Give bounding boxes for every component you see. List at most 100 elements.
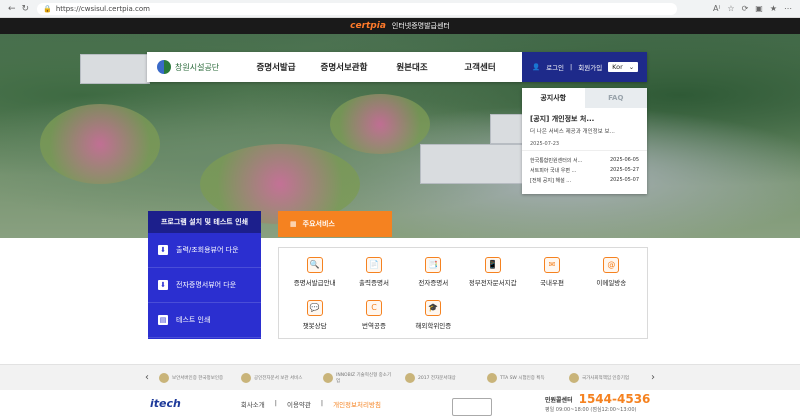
partner-label: 보안서버인증 한국정보인증: [172, 375, 224, 381]
service-print-cert[interactable]: 📄 출력증명서: [344, 250, 403, 293]
org-logo[interactable]: 창원시설공단: [147, 52, 242, 82]
at-sign-icon: @: [603, 256, 620, 273]
service-chatbot[interactable]: 💬 챗봇상담: [285, 293, 344, 336]
service-label: 전자증명서: [418, 278, 449, 287]
list-item[interactable]: 한국통합민원센터의 서... 2025-06-05: [530, 155, 639, 165]
list-item-date: 2025-05-07: [609, 176, 639, 183]
partner-item: 2017 전자문서대상: [405, 372, 477, 383]
menu-storage[interactable]: 증명서보관함: [310, 61, 378, 73]
magnifier-icon: 🔍: [306, 256, 323, 273]
service-email[interactable]: @ 이메일방송: [582, 250, 641, 293]
badge-icon: [569, 372, 579, 383]
certificate-mark-button[interactable]: [452, 398, 492, 416]
notice-summary: 더 나은 서비스 제공과 개인정보 보...: [530, 129, 615, 135]
reload-icon[interactable]: ↻: [22, 4, 30, 14]
address-bar[interactable]: 🔒 https://cwsisul.certpia.com: [37, 2, 678, 15]
envelope-icon: ✉: [543, 256, 560, 273]
footer-link-privacy[interactable]: 개인정보처리방침: [333, 399, 381, 409]
list-item-date: 2025-06-05: [609, 156, 639, 163]
footer-link-terms[interactable]: 이용약관: [287, 399, 311, 409]
services-grid: 🔍 증명서발급안내 📄 출력증명서 📑 전자증명서 📱 정부전자문서지갑 ✉ 국내우편 @…: [278, 247, 648, 339]
menu-icon[interactable]: ⋯: [784, 4, 792, 13]
service-domestic-mail[interactable]: ✉ 국내우편: [522, 250, 581, 293]
notice-headline[interactable]: [공지] 개인정보 처...: [522, 108, 647, 124]
user-area: 👤 로그인 | 회원가입 Kor ⌄: [522, 52, 647, 82]
list-item[interactable]: [전체 공지] 해설 ... 2025-05-07: [530, 175, 639, 185]
service-translation[interactable]: C 번역공증: [344, 293, 403, 336]
test-print-button[interactable]: ▤ 테스트 인쇄: [148, 303, 261, 338]
divider: |: [274, 398, 277, 407]
user-icon: 👤: [532, 63, 541, 71]
partner-label: 국가사회적책임 인증기업: [582, 375, 629, 381]
partner-label: 공인전자문서 보관 서비스: [254, 375, 303, 381]
browser-toolbar: ← ↻ 🔒 https://cwsisul.certpia.com A⁾ ☆ ⟳…: [0, 0, 800, 18]
list-item-title: 한국통합민원센터의 서...: [530, 157, 583, 164]
collections-icon[interactable]: ★: [770, 4, 777, 13]
footer-link-about[interactable]: 회사소개: [241, 399, 265, 409]
hero-garden: [330, 94, 430, 154]
read-aloud-icon[interactable]: A⁾: [713, 4, 720, 13]
translation-icon: C: [365, 299, 382, 316]
e-viewer-download-button[interactable]: ⬇ 전자증명서뷰어 다운: [148, 268, 261, 303]
service-label: 이메일방송: [596, 278, 627, 287]
prev-arrow-icon[interactable]: ‹: [145, 372, 149, 383]
tab-notice[interactable]: 공지사항: [522, 88, 585, 108]
test-print-label: 테스트 인쇄: [176, 316, 211, 324]
list-item[interactable]: 서트피아 국내 우편 ... 2025-05-27: [530, 165, 639, 175]
service-gov-wallet[interactable]: 📱 정부전자문서지갑: [463, 250, 522, 293]
menu-verify[interactable]: 원본대조: [378, 61, 446, 73]
call-center-hours: 평일 09:00~18:00 (점심12:00~13:00): [545, 407, 637, 413]
e-document-icon: 📑: [425, 256, 442, 273]
language-value: Kor: [612, 63, 623, 71]
login-link[interactable]: 로그인: [546, 62, 564, 72]
favorite-icon[interactable]: ☆: [727, 4, 734, 13]
notice-panel: 공지사항 FAQ [공지] 개인정보 처... 더 나은 서비스 제공과 개인정…: [522, 88, 647, 194]
footer: itech 회사소개 | 이용약관 | 개인정보처리방침: [0, 390, 800, 417]
menu-issue[interactable]: 증명서발급: [242, 61, 310, 73]
next-arrow-icon[interactable]: ›: [651, 372, 655, 383]
badge-icon: [159, 372, 169, 383]
brand-title: 인터넷증명발급센터: [391, 22, 450, 30]
divider: |: [570, 63, 573, 71]
viewer-download-button[interactable]: ⬇ 출력/조회용뷰어 다운: [148, 233, 261, 268]
service-e-cert[interactable]: 📑 전자증명서: [404, 250, 463, 293]
badge-icon: [487, 372, 497, 383]
tab-main-services[interactable]: ▦ 주요서비스: [278, 211, 392, 237]
program-panel: 프로그램 설치 및 테스트 인쇄 ⬇ 출력/조회용뷰어 다운 ⬇ 전자증명서뷰어…: [148, 211, 261, 339]
call-center-label: 민원콜센터: [545, 396, 573, 404]
company-logo[interactable]: itech: [150, 397, 181, 410]
viewer-download-label: 출력/조회용뷰어 다운: [176, 246, 239, 254]
partner-label: INNOBIZ 기술혁신형 중소기업: [336, 372, 392, 384]
partner-label: 2017 전자문서대상: [418, 375, 456, 381]
call-center-phone: 1544-4536: [578, 392, 651, 406]
wallet-icon: 📱: [484, 256, 501, 273]
service-label: 챗봇상담: [302, 321, 327, 330]
grid-icon: ▦: [290, 220, 297, 228]
hero-building: [420, 144, 530, 184]
partner-item: 공인전자문서 보관 서비스: [241, 372, 313, 383]
tab-faq[interactable]: FAQ: [584, 88, 647, 108]
badge-icon: [241, 372, 251, 383]
signup-link[interactable]: 회원가입: [578, 62, 602, 72]
language-select[interactable]: Kor ⌄: [608, 62, 639, 72]
printer-icon: ▤: [158, 315, 168, 325]
call-center: 민원콜센터 1544-4536 평일 09:00~18:00 (점심12:00~…: [545, 392, 650, 413]
partner-item: 국가사회적책임 인증기업: [569, 372, 641, 383]
certpia-logo[interactable]: certpia: [350, 21, 386, 31]
back-icon[interactable]: ←: [8, 4, 16, 14]
e-viewer-download-label: 전자증명서뷰어 다운: [176, 281, 237, 289]
partner-item: INNOBIZ 기술혁신형 중소기업: [323, 372, 395, 384]
menu-support[interactable]: 고객센터: [446, 61, 514, 73]
list-item-date: 2025-05-27: [609, 166, 639, 173]
badge-icon: [323, 372, 333, 383]
tab-icon[interactable]: ▣: [755, 4, 763, 13]
hero-garden: [40, 104, 160, 184]
refresh-ext-icon[interactable]: ⟳: [742, 4, 749, 13]
service-issue-guide[interactable]: 🔍 증명서발급안내: [285, 250, 344, 293]
service-label: 정부전자문서지갑: [468, 278, 517, 287]
footer-links: 회사소개 | 이용약관 | 개인정보처리방침: [241, 399, 381, 409]
browser-nav: ← ↻: [0, 4, 29, 14]
lock-icon: 🔒: [43, 4, 52, 13]
org-logo-icon: [157, 60, 171, 74]
service-degree-cert[interactable]: 🎓 해외학위인증: [404, 293, 463, 336]
